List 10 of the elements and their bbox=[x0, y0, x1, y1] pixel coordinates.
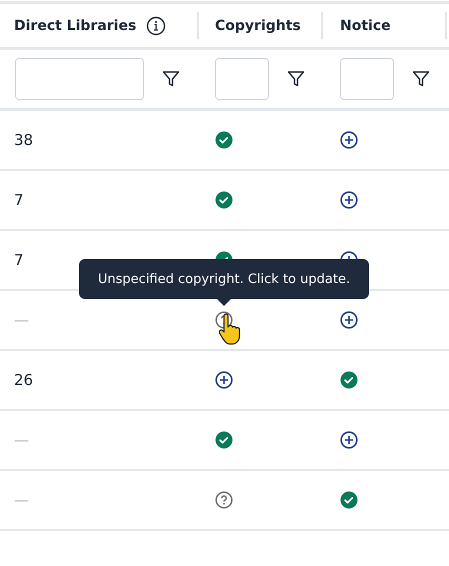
libraries-count: 26 bbox=[14, 371, 34, 389]
column-header[interactable]: Notice bbox=[340, 18, 391, 34]
libraries-count: 38 bbox=[14, 131, 34, 149]
libraries-count: — bbox=[14, 311, 29, 329]
column-header[interactable]: Copyrights bbox=[215, 18, 301, 34]
libraries-count: — bbox=[14, 431, 29, 449]
libraries-count: 7 bbox=[14, 251, 24, 269]
libraries-count: 7 bbox=[14, 191, 24, 209]
column-header[interactable]: Direct Libraries bbox=[14, 18, 136, 34]
libraries-count: — bbox=[14, 491, 29, 509]
